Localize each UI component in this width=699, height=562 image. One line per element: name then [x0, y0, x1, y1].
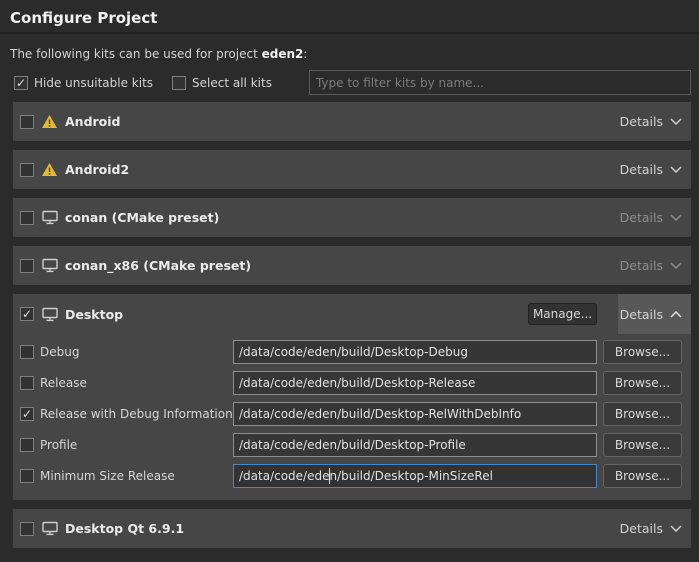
kit-header: Desktop Qt 6.9.1 Details — [13, 509, 691, 548]
select-all-kits-checkbox-group[interactable]: Select all kits — [172, 76, 272, 90]
text-caret — [329, 468, 330, 484]
warning-icon — [41, 162, 58, 177]
hide-unsuitable-kits-label: Hide unsuitable kits — [34, 76, 153, 90]
kit-filter-bar: Hide unsuitable kits Select all kits — [14, 70, 691, 95]
details-toggle[interactable]: Details — [618, 102, 691, 141]
config-checkbox[interactable] — [20, 438, 34, 452]
desktop-icon — [41, 210, 58, 225]
kit-row-conan-x86: conan_x86 (CMake preset) Details — [13, 246, 691, 285]
details-toggle[interactable]: Details — [618, 294, 691, 334]
hide-unsuitable-kits-checkbox-group[interactable]: Hide unsuitable kits — [14, 76, 153, 90]
kit-checkbox[interactable] — [20, 522, 34, 536]
desktop-icon — [41, 258, 58, 273]
chevron-down-icon — [670, 525, 682, 532]
build-config-row-debug: Debug Browse... — [13, 336, 691, 367]
desktop-icon — [41, 521, 58, 536]
build-dir-field-wrap — [233, 340, 597, 364]
select-all-kits-checkbox[interactable] — [172, 76, 186, 90]
build-dir-input[interactable] — [233, 402, 597, 426]
details-label: Details — [620, 258, 663, 273]
config-label: Profile — [40, 438, 77, 452]
kit-row-desktop-qt: Desktop Qt 6.9.1 Details — [13, 509, 691, 548]
kit-checkbox[interactable] — [20, 259, 34, 273]
kits-description: The following kits can be used for proje… — [10, 47, 689, 61]
details-toggle[interactable]: Details — [618, 198, 691, 237]
build-dir-input[interactable] — [233, 371, 597, 395]
chevron-down-icon — [670, 214, 682, 221]
kit-name: conan_x86 (CMake preset) — [65, 258, 251, 273]
description-suffix: : — [303, 47, 307, 61]
details-label: Details — [620, 210, 663, 225]
kit-header: Android Details — [13, 102, 691, 141]
build-config-row-minsizerel: Minimum Size Release Browse... — [13, 460, 691, 491]
desktop-icon — [41, 307, 58, 322]
build-config-row-release: Release Browse... — [13, 367, 691, 398]
build-dir-input-focused[interactable] — [233, 464, 597, 488]
build-config-row-profile: Profile Browse... — [13, 429, 691, 460]
kit-checkbox[interactable] — [20, 211, 34, 225]
config-label: Debug — [40, 345, 79, 359]
config-label: Release with Debug Information — [40, 407, 233, 421]
kit-header: Desktop Manage... Details — [13, 294, 691, 334]
details-label: Details — [620, 162, 663, 177]
kit-row-conan: conan (CMake preset) Details — [13, 198, 691, 237]
kit-name: Android — [65, 114, 121, 129]
description-prefix: The following kits can be used for proje… — [10, 47, 262, 61]
kit-checkbox[interactable] — [20, 163, 34, 177]
project-name: eden2 — [262, 47, 304, 61]
config-checkbox[interactable] — [20, 376, 34, 390]
chevron-down-icon — [670, 262, 682, 269]
kit-header: conan (CMake preset) Details — [13, 198, 691, 237]
build-dir-input[interactable] — [233, 340, 597, 364]
select-all-kits-label: Select all kits — [192, 76, 272, 90]
kit-name: Desktop Qt 6.9.1 — [65, 521, 184, 536]
browse-button[interactable]: Browse... — [603, 464, 682, 488]
chevron-up-icon — [670, 311, 682, 318]
build-dir-field-wrap — [233, 371, 597, 395]
build-dir-field-wrap — [233, 402, 597, 426]
hide-unsuitable-kits-checkbox[interactable] — [14, 76, 28, 90]
kit-checkbox[interactable] — [20, 115, 34, 129]
browse-button[interactable]: Browse... — [603, 433, 682, 457]
browse-button[interactable]: Browse... — [603, 371, 682, 395]
kit-filter-input[interactable] — [309, 70, 691, 95]
warning-icon — [41, 114, 58, 129]
details-label: Details — [620, 307, 663, 322]
details-label: Details — [620, 114, 663, 129]
details-toggle[interactable]: Details — [618, 150, 691, 189]
kit-checkbox[interactable] — [20, 307, 34, 321]
kit-list: Android Details Android2 Details — [13, 102, 691, 548]
details-label: Details — [620, 521, 663, 536]
build-dir-input[interactable] — [233, 433, 597, 457]
config-checkbox[interactable] — [20, 407, 34, 421]
build-config-list: Debug Browse... Release Browse... Releas… — [13, 334, 691, 500]
kit-row-desktop: Desktop Manage... Details Debug Browse..… — [13, 294, 691, 500]
build-dir-field-wrap — [233, 433, 597, 457]
kit-name: conan (CMake preset) — [65, 210, 219, 225]
kit-row-android: Android Details — [13, 102, 691, 141]
details-toggle[interactable]: Details — [618, 246, 691, 285]
chevron-down-icon — [670, 166, 682, 173]
browse-button[interactable]: Browse... — [603, 402, 682, 426]
kit-row-android2: Android2 Details — [13, 150, 691, 189]
build-dir-field-wrap — [233, 464, 597, 488]
config-label: Minimum Size Release — [40, 469, 175, 483]
browse-button[interactable]: Browse... — [603, 340, 682, 364]
config-checkbox[interactable] — [20, 469, 34, 483]
chevron-down-icon — [670, 118, 682, 125]
details-toggle[interactable]: Details — [618, 509, 691, 548]
build-config-row-relwithdebinfo: Release with Debug Information Browse... — [13, 398, 691, 429]
manage-kits-button[interactable]: Manage... — [528, 303, 597, 325]
page-title: Configure Project — [0, 0, 699, 34]
kit-header: Android2 Details — [13, 150, 691, 189]
kit-name: Desktop — [65, 307, 123, 322]
kit-name: Android2 — [65, 162, 129, 177]
config-label: Release — [40, 376, 87, 390]
kit-header: conan_x86 (CMake preset) Details — [13, 246, 691, 285]
config-checkbox[interactable] — [20, 345, 34, 359]
